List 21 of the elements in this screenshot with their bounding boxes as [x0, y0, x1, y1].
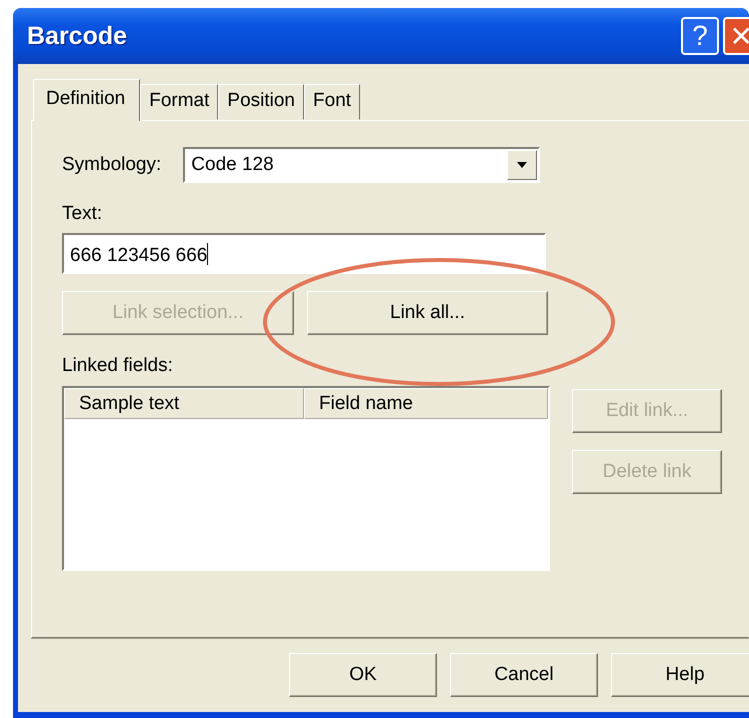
cancel-button[interactable]: Cancel: [450, 653, 598, 697]
close-button[interactable]: ✕: [723, 17, 749, 55]
column-header[interactable]: Field name: [304, 388, 548, 419]
field-label: Symbology:: [62, 154, 162, 176]
field-label: Text:: [62, 203, 104, 225]
symbology-dropdown[interactable]: Code 128: [183, 147, 540, 183]
field-label: Linked fields:: [62, 355, 174, 377]
linked-fields-list[interactable]: Sample text Field name: [62, 386, 550, 571]
tab[interactable]: Format: [140, 84, 218, 120]
dropdown-button[interactable]: [507, 150, 538, 180]
tab[interactable]: Font: [304, 84, 360, 120]
window-title: Barcode: [27, 22, 128, 50]
ok-button[interactable]: OK: [289, 653, 437, 697]
help-button[interactable]: ?: [681, 17, 719, 55]
tab[interactable]: Definition: [33, 79, 140, 121]
tab[interactable]: Position: [218, 84, 304, 120]
help-button[interactable]: Help: [611, 653, 749, 697]
text-field[interactable]: 666 123456 666: [62, 233, 546, 274]
column-header[interactable]: Sample text: [64, 388, 304, 419]
link-all-button[interactable]: Link all...: [307, 291, 548, 335]
caret-icon: [517, 162, 528, 168]
